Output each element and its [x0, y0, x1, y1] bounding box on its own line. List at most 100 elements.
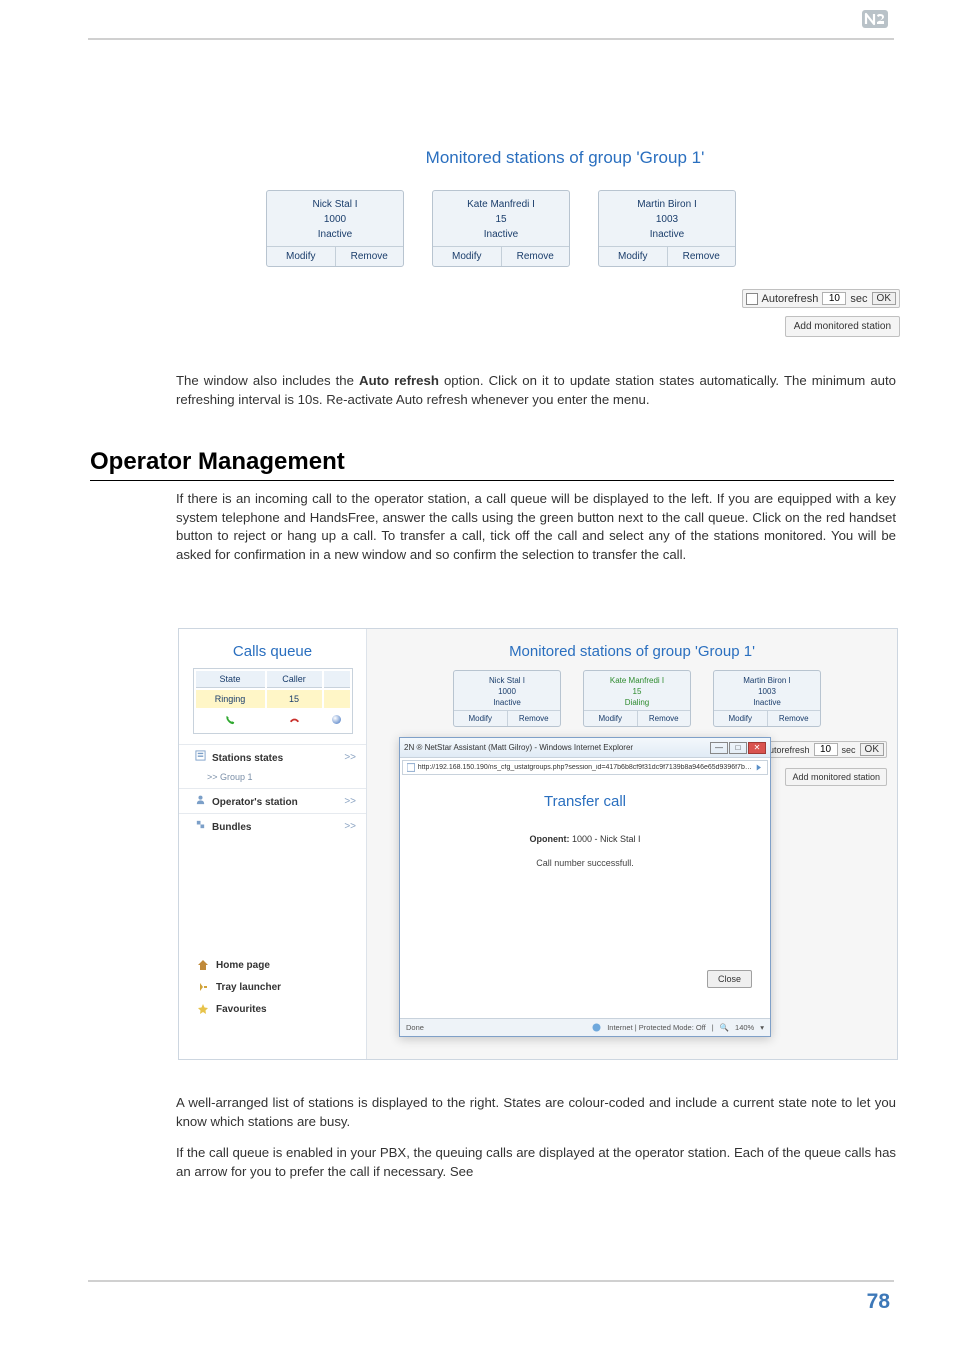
transfer-call-popup: 2N ® NetStar Assistant (Matt Gilroy) - W…: [399, 737, 771, 1037]
autorefresh-value-input[interactable]: [814, 743, 838, 756]
calls-queue-table: State Caller Ringing 15: [193, 668, 353, 734]
station-number: 15: [586, 686, 688, 697]
go-icon: [755, 763, 763, 772]
user-icon: [195, 794, 206, 805]
bundle-icon: [195, 819, 206, 830]
calls-queue-title: Calls queue: [179, 629, 366, 668]
station-state: Inactive: [456, 697, 558, 708]
bottom-rule: [88, 1280, 894, 1282]
status-done: Done: [406, 1023, 424, 1032]
page-icon: [407, 763, 415, 772]
popup-url-bar[interactable]: http://192.168.150.190/ns_cfg_ustatgroup…: [402, 760, 768, 775]
station-card: Nick Stal I 1000 Inactive Modify Remove: [453, 670, 561, 727]
chevron-icon: >>: [344, 821, 356, 832]
station-number: 1003: [716, 686, 818, 697]
oponent-value: 1000 - Nick Stal I: [572, 834, 641, 844]
row-caller: 15: [267, 690, 322, 708]
remove-button[interactable]: Remove: [668, 247, 736, 266]
station-name: Martin Biron I: [716, 675, 818, 686]
chevron-icon: >>: [344, 796, 356, 807]
left-sidebar: Calls queue State Caller Ringing 15: [179, 629, 367, 1059]
station-row-2: Nick Stal I 1000 Inactive Modify Remove …: [453, 670, 897, 727]
sidebar-label: Operator's station: [212, 797, 298, 808]
sidebar-item-operators-station[interactable]: Operator's station >>: [179, 788, 366, 813]
link-label: Tray launcher: [216, 982, 281, 993]
maximize-button[interactable]: □: [729, 742, 747, 754]
remove-button[interactable]: Remove: [502, 247, 570, 266]
autorefresh-row: Autorefresh sec OK: [230, 289, 900, 308]
close-window-button[interactable]: ✕: [748, 742, 766, 754]
station-card: Martin Biron I 1003 Inactive Modify Remo…: [713, 670, 821, 727]
sidebar-item-bundles[interactable]: Bundles >>: [179, 813, 366, 838]
row-transfer[interactable]: [324, 710, 350, 731]
modify-button[interactable]: Modify: [714, 711, 768, 726]
station-number: 1000: [271, 212, 399, 227]
remove-button[interactable]: Remove: [336, 247, 404, 266]
dropdown-icon[interactable]: ▾: [760, 1023, 764, 1032]
phone-green-icon: [225, 714, 236, 725]
station-name: Martin Biron I: [603, 197, 731, 212]
screenshot-monitored-stations: Monitored stations of group 'Group 1' Ni…: [230, 148, 900, 337]
station-number: 1000: [456, 686, 558, 697]
modify-button[interactable]: Modify: [454, 711, 508, 726]
row-actions: [324, 690, 350, 708]
popup-titlebar: 2N ® NetStar Assistant (Matt Gilroy) - W…: [400, 738, 770, 758]
modify-button[interactable]: Modify: [584, 711, 638, 726]
paragraph: If the call queue is enabled in your PBX…: [176, 1144, 896, 1181]
sidebar-item-stations-states[interactable]: Stations states >>: [179, 744, 366, 769]
sidebar-link-home[interactable]: Home page: [197, 959, 347, 971]
station-name: Kate Manfredi I: [586, 675, 688, 686]
th-caller: Caller: [267, 671, 322, 688]
sidebar-link-tray[interactable]: Tray launcher: [197, 981, 347, 993]
screenshot-operator-management: Calls queue State Caller Ringing 15: [178, 628, 898, 1060]
popup-status-bar: Done Internet | Protected Mode: Off | 🔍 …: [400, 1018, 770, 1036]
star-icon: [197, 1003, 209, 1015]
bold-text: Auto refresh: [359, 373, 439, 388]
station-state: Inactive: [716, 697, 818, 708]
station-number: 1003: [603, 212, 731, 227]
globe-icon: [592, 1023, 601, 1032]
remove-button[interactable]: Remove: [768, 711, 821, 726]
oponent-line: Oponent: 1000 - Nick Stal I: [400, 834, 770, 844]
add-monitored-station-button[interactable]: Add monitored station: [785, 768, 887, 786]
modify-button[interactable]: Modify: [267, 247, 336, 266]
heading-operator-management: Operator Management: [90, 448, 345, 476]
link-label: Favourites: [216, 1004, 267, 1015]
row-reject[interactable]: [267, 710, 322, 731]
modify-button[interactable]: Modify: [433, 247, 502, 266]
minimize-button[interactable]: —: [710, 742, 728, 754]
station-card: Kate Manfredi I 15 Inactive Modify Remov…: [432, 190, 570, 267]
close-button[interactable]: Close: [707, 970, 752, 988]
autorefresh-ok-button[interactable]: OK: [860, 743, 884, 756]
zoom-icon: 🔍: [720, 1023, 729, 1032]
list-icon: [195, 750, 206, 761]
top-rule: [88, 38, 894, 40]
add-monitored-station-button[interactable]: Add monitored station: [785, 316, 900, 337]
remove-button[interactable]: Remove: [638, 711, 691, 726]
autorefresh-checkbox[interactable]: [746, 293, 758, 305]
paragraph: If there is an incoming call to the oper…: [176, 490, 896, 565]
status-internet: Internet | Protected Mode: Off: [607, 1023, 706, 1032]
autorefresh-ok-button[interactable]: OK: [872, 292, 896, 305]
station-state: Inactive: [437, 227, 565, 242]
th-empty: [324, 671, 350, 688]
station-state: Inactive: [603, 227, 731, 242]
row-accept[interactable]: [196, 710, 265, 731]
status-line: Call number successfull.: [400, 858, 770, 868]
link-label: Home page: [216, 960, 270, 971]
oponent-label: Oponent:: [529, 834, 569, 844]
add-monitored-row-2: Add monitored station: [785, 767, 887, 786]
status-zoom: 140%: [735, 1023, 754, 1032]
sidebar-link-favourites[interactable]: Favourites: [197, 1003, 347, 1015]
sidebar-sub-group1[interactable]: >> Group 1: [179, 769, 366, 788]
chevron-icon: >>: [344, 752, 356, 763]
row-state: Ringing: [196, 690, 265, 708]
right-panel: Monitored stations of group 'Group 1' Ni…: [367, 629, 897, 1059]
monitored-stations-title: Monitored stations of group 'Group 1': [230, 148, 900, 168]
autorefresh-value-input[interactable]: [822, 292, 846, 305]
modify-button[interactable]: Modify: [599, 247, 668, 266]
sidebar-label: Bundles: [212, 822, 251, 833]
dot-icon: [332, 715, 341, 724]
remove-button[interactable]: Remove: [508, 711, 561, 726]
station-number: 15: [437, 212, 565, 227]
